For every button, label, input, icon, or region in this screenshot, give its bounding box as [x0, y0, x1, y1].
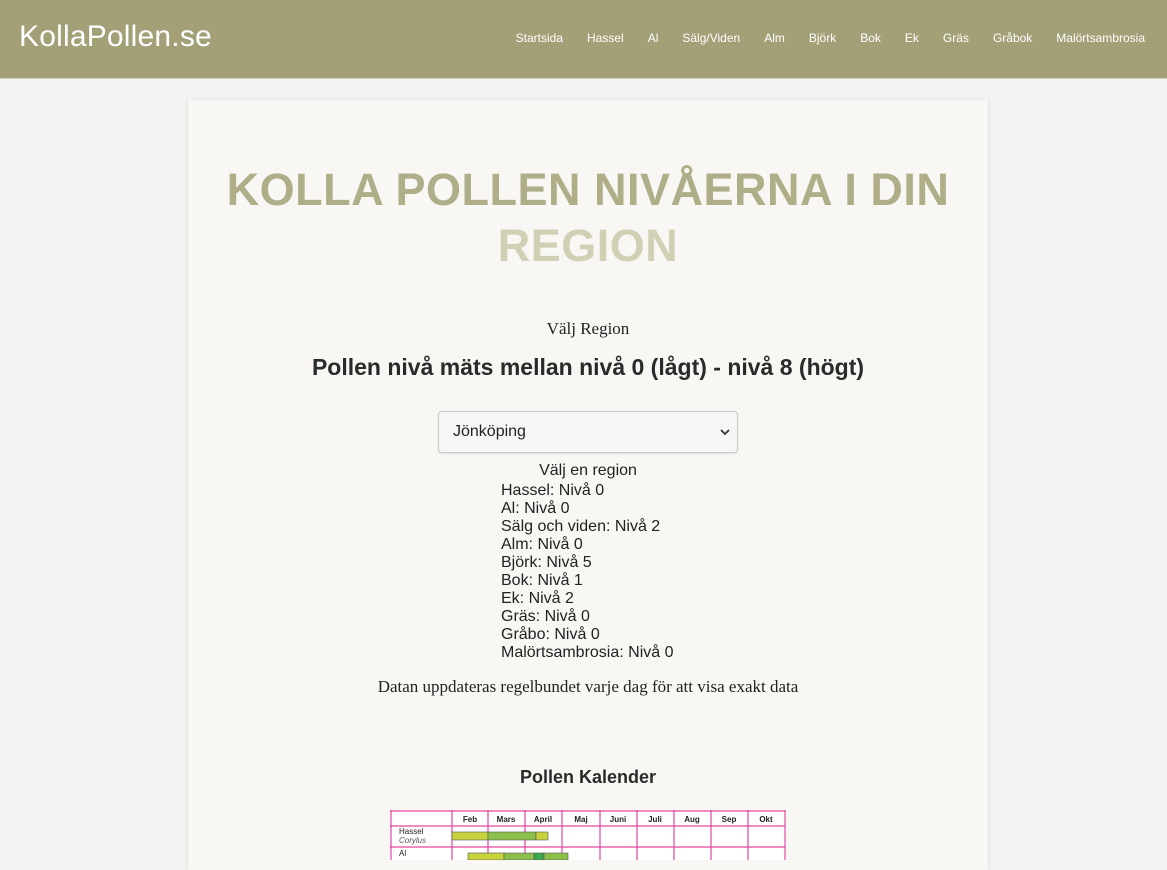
level-item-malortsambrosia: Malörtsambrosia: Nivå 0: [501, 644, 674, 661]
region-label: Välj Region: [546, 319, 630, 338]
level-item-grabo: Gråbo: Nivå 0: [501, 626, 600, 643]
page-title: KOLLA POLLEN NIVÅERNA I DIN REGION: [188, 162, 988, 274]
calendar-month: Maj: [574, 815, 587, 824]
level-item-ek: Ek: Nivå 2: [501, 590, 574, 607]
page-title-line1: KOLLA POLLEN NIVÅERNA I DIN: [226, 164, 950, 215]
calendar-bar: [451, 831, 489, 841]
chevron-down-icon: [717, 424, 733, 445]
brand-logo-link[interactable]: KollaPollen.se: [19, 20, 212, 54]
nav-link-bjork[interactable]: Björk: [809, 31, 836, 45]
top-navbar: KollaPollen.se Startsida Hassel Al Sälg/…: [0, 0, 1167, 79]
calendar-row-label: Hassel: [399, 827, 424, 836]
calendar-bar: [503, 852, 535, 860]
level-item-hassel: Hassel: Nivå 0: [501, 482, 605, 499]
main-card: KOLLA POLLEN NIVÅERNA I DIN REGION Välj …: [188, 100, 988, 870]
update-note: Datan uppdateras regelbundet varje dag f…: [377, 677, 799, 696]
calendar-month: Juni: [610, 815, 626, 824]
nav-link-grabok[interactable]: Gråbok: [993, 31, 1032, 45]
nav-link-hassel[interactable]: Hassel: [587, 31, 624, 45]
calendar-row-latin: Corylus: [399, 836, 426, 845]
scale-heading: Pollen nivå mäts mellan nivå 0 (lågt) - …: [311, 354, 865, 380]
calendar-month: April: [534, 815, 552, 824]
choose-region-text: Välj en region: [539, 462, 637, 479]
calendar-bar: [535, 831, 549, 841]
pollen-levels-list: Hassel: Nivå 0 Al: Nivå 0 Sälg och viden…: [501, 482, 674, 662]
level-item-salg: Sälg och viden: Nivå 2: [501, 518, 661, 535]
nav-link-gras[interactable]: Gräs: [943, 31, 969, 45]
nav-link-ek[interactable]: Ek: [905, 31, 919, 45]
calendar-month: Aug: [684, 815, 700, 824]
calendar-row-label: Al: [399, 849, 406, 858]
nav-link-startsida[interactable]: Startsida: [516, 31, 563, 45]
level-item-alm: Alm: Nivå 0: [501, 536, 583, 553]
calendar-month: Juli: [648, 815, 662, 824]
level-item-bjork: Björk: Nivå 5: [501, 554, 592, 571]
nav-link-bok[interactable]: Bok: [860, 31, 881, 45]
level-item-al: Al: Nivå 0: [501, 500, 570, 517]
calendar-month: Sep: [722, 815, 737, 824]
calendar-bar: [487, 831, 537, 841]
calendar-bar: [543, 852, 569, 860]
region-dropdown[interactable]: Jönköping: [438, 411, 738, 453]
calendar-bar: [467, 852, 505, 860]
calendar-title: Pollen Kalender: [519, 767, 657, 787]
calendar-month: Okt: [759, 815, 773, 824]
nav-link-malortsambrosia[interactable]: Malörtsambrosia: [1056, 31, 1145, 45]
level-item-gras: Gräs: Nivå 0: [501, 608, 590, 625]
calendar-bar: [533, 852, 545, 860]
calendar-month: Feb: [463, 815, 477, 824]
nav-link-salg-viden[interactable]: Sälg/Viden: [682, 31, 740, 45]
page-title-line2: REGION: [497, 220, 679, 271]
pollen-calendar-image: Feb Mars April Maj Juni Juli Aug Sep Okt…: [390, 810, 786, 860]
nav-link-alm[interactable]: Alm: [764, 31, 785, 45]
region-dropdown-value: Jönköping: [453, 423, 526, 440]
nav-link-al[interactable]: Al: [648, 31, 659, 45]
main-nav: Startsida Hassel Al Sälg/Viden Alm Björk…: [492, 31, 1145, 45]
calendar-month: Mars: [497, 815, 516, 824]
level-item-bok: Bok: Nivå 1: [501, 572, 583, 589]
